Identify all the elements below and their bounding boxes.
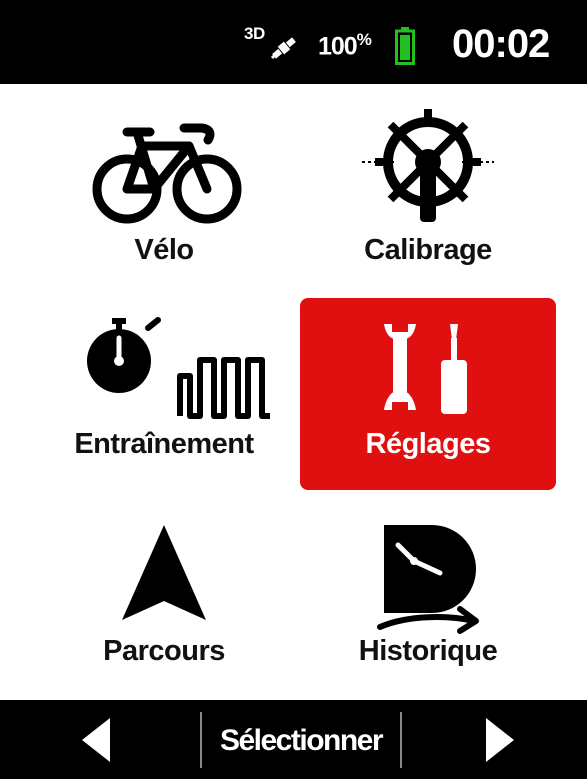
battery-value: 100 [318, 32, 358, 61]
navigation-arrow-icon [122, 525, 206, 620]
satellite-icon [270, 37, 296, 60]
clock-time: 00:02 [452, 22, 550, 66]
history-clock-icon [377, 525, 479, 634]
menu-item-parcours[interactable]: Parcours [36, 505, 292, 697]
menu-label-calibrage: Calibrage [364, 234, 492, 266]
menu-label-historique: Historique [358, 635, 498, 667]
menu-item-reglages[interactable]: Réglages [300, 298, 556, 490]
arrow-left-icon[interactable] [60, 700, 140, 779]
device-screen: 3D 100% 00:02 Vélo Calibrage Entraînemen… [0, 0, 587, 779]
battery-percentage: 100% [318, 30, 372, 61]
bottom-bar: Sélectionner [0, 700, 587, 779]
menu-item-calibrage[interactable]: Calibrage [300, 104, 556, 296]
select-button[interactable]: Sélectionner [200, 712, 402, 768]
bicycle-icon [92, 123, 242, 224]
menu-label-parcours: Parcours [103, 635, 225, 667]
menu-label-velo: Vélo [134, 234, 194, 266]
gps-status: 3D [244, 24, 304, 64]
select-button-label: Sélectionner [219, 724, 384, 757]
menu-label-reglages: Réglages [365, 428, 491, 460]
battery-icon [395, 27, 415, 65]
stopwatch-interval-icon [87, 317, 270, 419]
gps-fix-label: 3D [244, 24, 265, 43]
chainring-icon [362, 109, 494, 222]
status-bar: 3D 100% 00:02 [0, 0, 587, 84]
menu-label-entrainement: Entraînement [74, 428, 254, 460]
battery-unit: % [356, 30, 372, 49]
wrench-tools-icon [384, 324, 467, 414]
arrow-right-icon[interactable] [456, 700, 536, 779]
menu-item-historique[interactable]: Historique [300, 505, 556, 697]
menu-item-velo[interactable]: Vélo [36, 104, 292, 296]
menu-item-entrainement[interactable]: Entraînement [36, 298, 292, 490]
